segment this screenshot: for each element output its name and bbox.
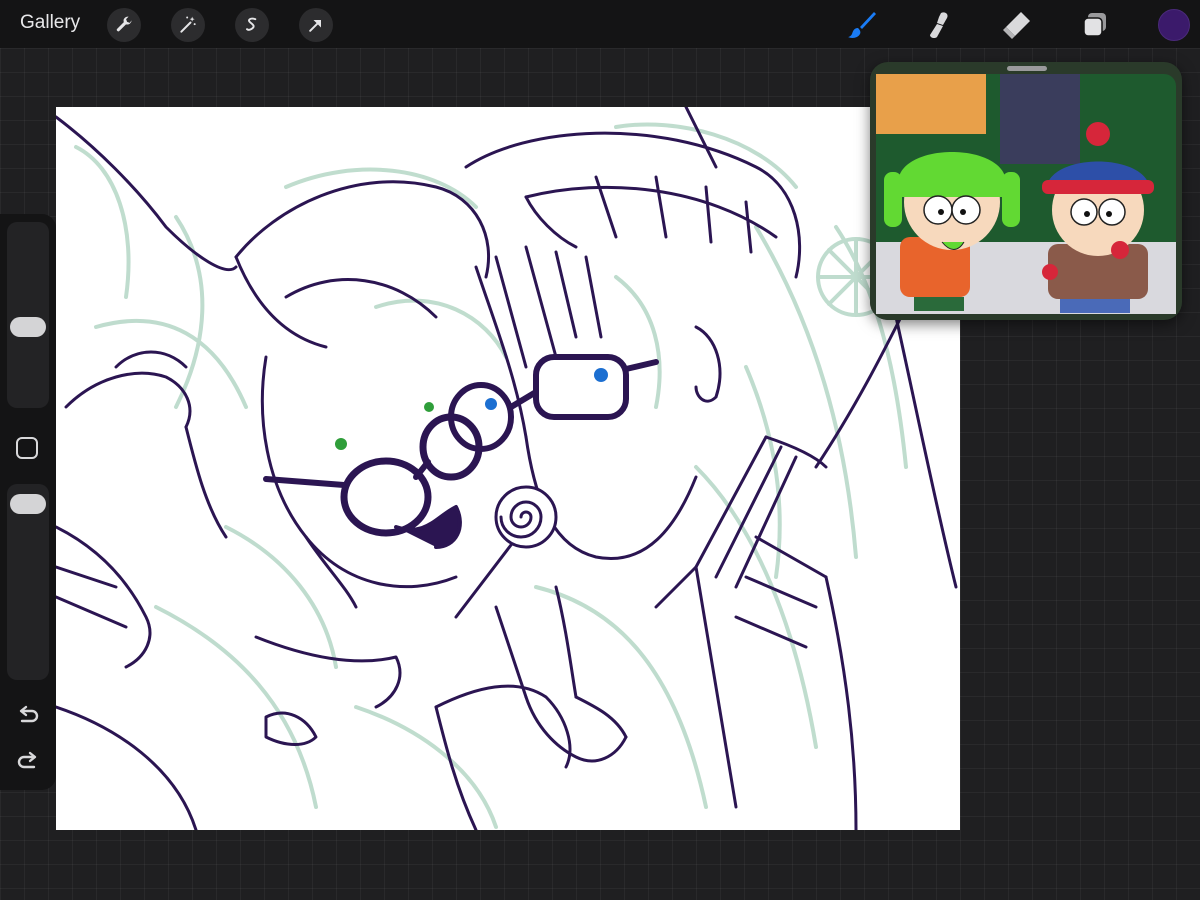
magic-wand-icon xyxy=(180,16,196,33)
top-toolbar: Gallery xyxy=(0,0,1200,48)
transform-button[interactable] xyxy=(299,8,333,42)
actions-button[interactable] xyxy=(107,8,141,42)
adjustments-button[interactable] xyxy=(171,8,205,42)
line-art xyxy=(56,107,958,830)
layers-icon xyxy=(1083,13,1106,37)
selection-button[interactable] xyxy=(235,8,269,42)
drawing-canvas[interactable] xyxy=(56,107,960,830)
reference-window-grabber[interactable] xyxy=(1007,66,1047,71)
blue-eye xyxy=(594,368,608,382)
opacity-slider[interactable] xyxy=(7,484,49,680)
layers-button[interactable] xyxy=(1076,6,1114,44)
blue-eye xyxy=(485,398,497,410)
brush-size-handle[interactable] xyxy=(10,317,46,337)
transform-arrow-icon xyxy=(309,20,321,32)
smudge-button[interactable] xyxy=(920,6,958,44)
selection-icon xyxy=(246,17,257,31)
brush-button[interactable] xyxy=(843,6,881,44)
eraser-button[interactable] xyxy=(998,6,1036,44)
wrench-icon xyxy=(116,16,132,32)
brush-icon xyxy=(848,12,876,38)
green-eye xyxy=(424,402,434,412)
gallery-button[interactable]: Gallery xyxy=(20,12,80,34)
opacity-handle[interactable] xyxy=(10,494,46,514)
redo-icon[interactable] xyxy=(14,748,42,776)
reference-window[interactable] xyxy=(870,62,1182,320)
modify-button[interactable] xyxy=(16,437,38,459)
undo-icon[interactable] xyxy=(14,702,42,730)
eyes xyxy=(335,368,608,450)
ink-layer xyxy=(56,107,958,830)
left-sidebar xyxy=(0,214,56,790)
color-picker-button[interactable] xyxy=(1158,9,1190,41)
green-eye xyxy=(335,438,347,450)
reference-image xyxy=(870,62,1182,320)
eraser-icon xyxy=(1003,12,1030,39)
brush-size-slider[interactable] xyxy=(7,222,49,408)
smudge-icon xyxy=(930,12,948,39)
